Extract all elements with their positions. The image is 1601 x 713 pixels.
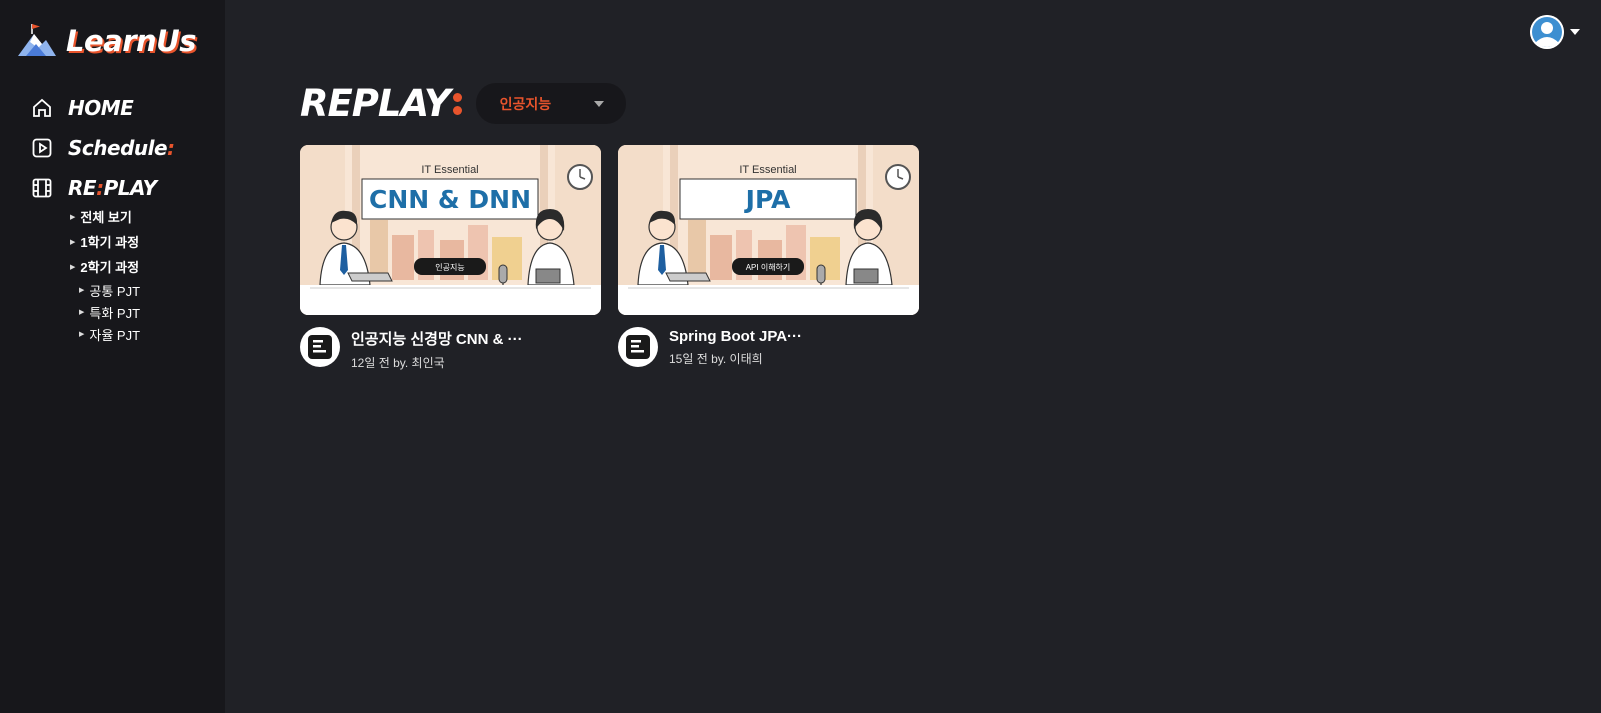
chevron-down-icon xyxy=(593,100,604,107)
subnav-label: 공통 PJT xyxy=(89,283,141,299)
video-title[interactable]: 인공지능 신경망 CNN & ··· xyxy=(351,328,523,349)
subnav-label: 1학기 과정 xyxy=(80,235,140,250)
caret-right-icon: ▶ xyxy=(79,309,85,316)
caret-right-icon: ▶ xyxy=(70,238,76,246)
thumb-header: IT Essential xyxy=(421,164,478,176)
video-grid: IT Essential CNN & DNN 인공지능 인공지능 신경망 CNN… xyxy=(300,145,936,371)
nav-item-replay[interactable]: RE:PLAY xyxy=(30,168,175,208)
video-card[interactable]: IT Essential JPA API 이해하기 Spring Boot JP… xyxy=(618,145,919,371)
category-dropdown[interactable]: 인공지능 xyxy=(475,83,626,124)
subnav-item-special-pjt[interactable]: ▶ 특화 PJT xyxy=(70,301,140,323)
video-thumbnail[interactable]: IT Essential CNN & DNN 인공지능 xyxy=(300,145,601,315)
video-meta: 인공지능 신경망 CNN & ··· 12일 전 by. 최인국 xyxy=(300,327,601,371)
caret-right-icon: ▶ xyxy=(70,263,76,271)
film-icon xyxy=(30,176,54,200)
subnav-item-common-pjt[interactable]: ▶ 공통 PJT xyxy=(70,279,140,301)
caret-right-icon: ▶ xyxy=(70,213,76,221)
subnav-item-sem2[interactable]: ▶ 2학기 과정 xyxy=(70,254,140,279)
caret-right-icon: ▶ xyxy=(79,331,85,338)
thumb-title: JPA xyxy=(744,185,791,214)
user-avatar-icon xyxy=(1530,15,1564,49)
subnav-item-free-pjt[interactable]: ▶ 자율 PJT xyxy=(70,323,140,345)
play-square-icon xyxy=(30,136,54,160)
video-meta-text: Spring Boot JPA··· 15일 전 by. 이태희 xyxy=(669,327,802,367)
video-title[interactable]: Spring Boot JPA··· xyxy=(669,328,802,345)
page-header: REPLAY 인공지능 xyxy=(300,82,626,125)
profile-menu[interactable] xyxy=(1530,15,1580,49)
app-name: LearnUs xyxy=(66,24,196,58)
video-thumbnail[interactable]: IT Essential JPA API 이해하기 xyxy=(618,145,919,315)
video-meta-text: 인공지능 신경망 CNN & ··· 12일 전 by. 최인국 xyxy=(351,327,523,371)
main-nav: HOME Schedule: RE:PLAY xyxy=(30,88,175,208)
subnav-label: 전체 보기 xyxy=(80,210,132,225)
nav-item-home[interactable]: HOME xyxy=(30,88,175,128)
caret-right-icon: ▶ xyxy=(79,287,85,294)
caret-down-icon xyxy=(1570,29,1580,35)
title-colon-dots xyxy=(452,91,462,117)
thumb-header: IT Essential xyxy=(739,164,796,176)
replay-subnav: ▶ 전체 보기 ▶ 1학기 과정 ▶ 2학기 과정 ▶ 공통 PJT ▶ 특화 … xyxy=(70,204,140,345)
nav-item-schedule[interactable]: Schedule: xyxy=(30,128,175,168)
video-card[interactable]: IT Essential CNN & DNN 인공지능 인공지능 신경망 CNN… xyxy=(300,145,601,371)
thumb-tag: API 이해하기 xyxy=(746,262,791,272)
subnav-item-sem1[interactable]: ▶ 1학기 과정 xyxy=(70,229,140,254)
subnav-label: 자율 PJT xyxy=(89,327,141,343)
nav-label-replay: RE:PLAY xyxy=(68,176,157,200)
category-dropdown-value: 인공지능 xyxy=(499,95,552,112)
page-title: REPLAY xyxy=(300,82,451,125)
sidebar: LearnUs HOME Schedule: RE:PLAY ▶ 전체 보기 ▶… xyxy=(0,0,225,713)
home-icon xyxy=(30,96,54,120)
subnav-item-all[interactable]: ▶ 전체 보기 xyxy=(70,204,140,229)
nav-label-schedule: Schedule: xyxy=(68,136,175,160)
video-meta: Spring Boot JPA··· 15일 전 by. 이태희 xyxy=(618,327,919,367)
channel-logo-icon[interactable] xyxy=(618,327,658,367)
channel-logo-icon[interactable] xyxy=(300,327,340,367)
video-subtitle: 15일 전 by. 이태희 xyxy=(669,352,763,366)
logo[interactable]: LearnUs xyxy=(16,22,196,60)
logo-mountain-icon xyxy=(16,22,58,60)
thumb-title: CNN & DNN xyxy=(369,185,531,214)
thumb-tag: 인공지능 xyxy=(435,262,464,272)
video-subtitle: 12일 전 by. 최인국 xyxy=(351,356,445,370)
subnav-label: 특화 PJT xyxy=(89,305,141,321)
nav-label-home: HOME xyxy=(68,96,134,120)
subnav-label: 2학기 과정 xyxy=(80,260,140,275)
